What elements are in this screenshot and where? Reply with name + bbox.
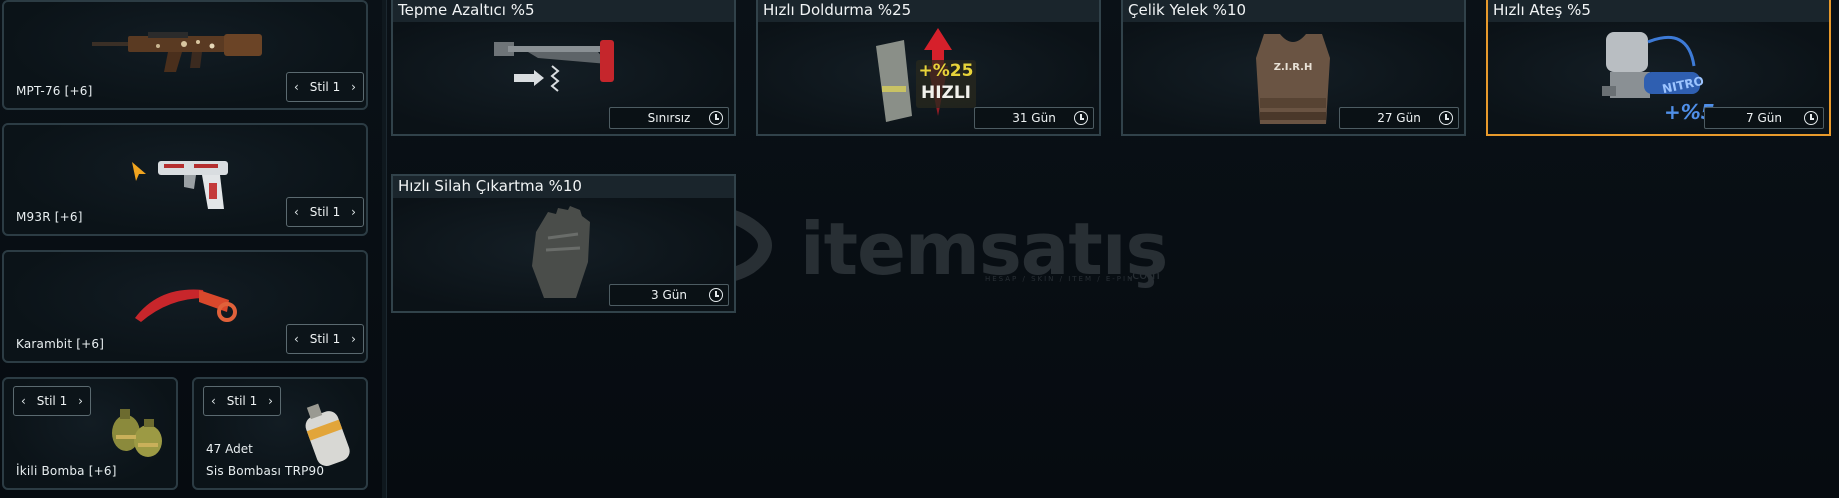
style-selector[interactable]: ‹ Stil 1 › xyxy=(286,324,364,354)
weapon-name: M93R [+6] xyxy=(16,210,83,224)
style-selector[interactable]: ‹ Stil 1 › xyxy=(13,386,91,416)
duration-text: 7 Gün xyxy=(1746,111,1782,125)
weapon-card-karambit[interactable]: ‹ Stil 1 › Karambit [+6] xyxy=(2,250,368,363)
duration-badge: 3 Gün xyxy=(609,284,729,306)
clock-icon xyxy=(1804,111,1818,125)
duration-text: Sınırsız xyxy=(647,111,691,125)
chevron-right-icon[interactable]: › xyxy=(78,394,83,408)
weapon-card-mpt76[interactable]: ‹ Stil 1 › MPT-76 [+6] xyxy=(2,0,368,110)
chevron-right-icon[interactable]: › xyxy=(351,80,356,94)
rifle-icon xyxy=(92,32,262,72)
item-count: 47 Adet xyxy=(206,442,253,456)
style-label: Stil 1 xyxy=(309,80,341,94)
buff-title: Çelik Yelek %10 xyxy=(1123,0,1464,22)
buff-card-hizli-silah-cikartma[interactable]: Hızlı Silah Çıkartma %10 3 Gün xyxy=(391,174,736,313)
style-label: Stil 1 xyxy=(226,394,258,408)
inventory-screen: ‹ Stil 1 › MPT-76 [+6] ‹ Stil 1 › M93R [… xyxy=(0,0,1839,498)
chevron-right-icon[interactable]: › xyxy=(268,394,273,408)
chevron-left-icon[interactable]: ‹ xyxy=(294,332,299,346)
cursor-icon xyxy=(132,162,146,181)
buff-title: Hızlı Ateş %5 xyxy=(1488,0,1829,22)
chevron-left-icon[interactable]: ‹ xyxy=(294,205,299,219)
chevron-right-icon[interactable]: › xyxy=(351,205,356,219)
weapon-name: İkili Bomba [+6] xyxy=(16,464,117,478)
reload-badge: +%25 HIZLI xyxy=(916,60,976,108)
weapon-loadout-panel: ‹ Stil 1 › MPT-76 [+6] ‹ Stil 1 › M93R [… xyxy=(0,0,386,498)
chevron-right-icon[interactable]: › xyxy=(351,332,356,346)
weapon-card-m93r[interactable]: ‹ Stil 1 › M93R [+6] xyxy=(2,123,368,236)
grenade-icon xyxy=(112,409,162,457)
duration-badge: 7 Gün xyxy=(1704,107,1824,129)
watermark: itemsatış HESAP / SKIN / ITEM / E-PIN .c… xyxy=(660,205,1180,295)
vest-icon xyxy=(1256,34,1330,124)
reload-badge-label: HIZLI xyxy=(920,83,972,103)
chevron-left-icon[interactable]: ‹ xyxy=(21,394,26,408)
style-selector[interactable]: ‹ Stil 1 › xyxy=(203,386,281,416)
buff-title: Hızlı Silah Çıkartma %10 xyxy=(393,176,734,198)
weapon-name: Karambit [+6] xyxy=(16,337,105,351)
clock-icon xyxy=(709,111,723,125)
style-selector[interactable]: ‹ Stil 1 › xyxy=(286,197,364,227)
chevron-left-icon[interactable]: ‹ xyxy=(211,394,216,408)
duration-badge: 31 Gün xyxy=(974,107,1094,129)
stock-icon xyxy=(494,40,614,92)
duration-text: 27 Gün xyxy=(1377,111,1421,125)
watermark-subtext: HESAP / SKIN / ITEM / E-PIN xyxy=(985,275,1135,283)
buff-card-celik-yelek[interactable]: Çelik Yelek %10 Z.I.R.H 27 Gün xyxy=(1121,0,1466,136)
duration-text: 3 Gün xyxy=(651,288,687,302)
style-selector[interactable]: ‹ Stil 1 › xyxy=(286,72,364,102)
clock-icon xyxy=(1074,111,1088,125)
duration-badge: Sınırsız xyxy=(609,107,729,129)
duration-text: 31 Gün xyxy=(1012,111,1056,125)
style-label: Stil 1 xyxy=(309,332,341,346)
buff-card-hizli-doldurma[interactable]: Hızlı Doldurma %25 +%25 HIZLI 31 Gün xyxy=(756,0,1101,136)
style-label: Stil 1 xyxy=(36,394,68,408)
clock-icon xyxy=(1439,111,1453,125)
buff-card-tepme-azaltici[interactable]: Tepme Azaltıcı %5 Sınırsız xyxy=(391,0,736,136)
clock-icon xyxy=(709,288,723,302)
weapon-name: Sis Bombası TRP90 xyxy=(206,464,325,478)
buff-title: Hızlı Doldurma %25 xyxy=(758,0,1099,22)
weapon-card-ikili-bomba[interactable]: ‹ Stil 1 › İkili Bomba [+6] xyxy=(2,377,178,490)
reload-badge-percent: +%25 xyxy=(918,61,974,81)
karambit-knife-icon xyxy=(135,289,237,322)
panel-divider xyxy=(382,0,387,498)
vest-label: Z.I.R.H xyxy=(1273,62,1313,73)
watermark-suffix: .com xyxy=(1128,268,1160,283)
pistol-icon xyxy=(158,161,228,209)
weapon-name: MPT-76 [+6] xyxy=(16,84,93,98)
style-label: Stil 1 xyxy=(309,205,341,219)
weapon-card-sis-bombasi[interactable]: ‹ Stil 1 › 47 Adet Sis Bombası TRP90 xyxy=(192,377,368,490)
buff-title: Tepme Azaltıcı %5 xyxy=(393,0,734,22)
chevron-left-icon[interactable]: ‹ xyxy=(294,80,299,94)
glove-icon xyxy=(532,206,590,298)
buff-card-hizli-ates[interactable]: Hızlı Ateş %5 NITRO +%5 7 Gün xyxy=(1486,0,1831,136)
duration-badge: 27 Gün xyxy=(1339,107,1459,129)
